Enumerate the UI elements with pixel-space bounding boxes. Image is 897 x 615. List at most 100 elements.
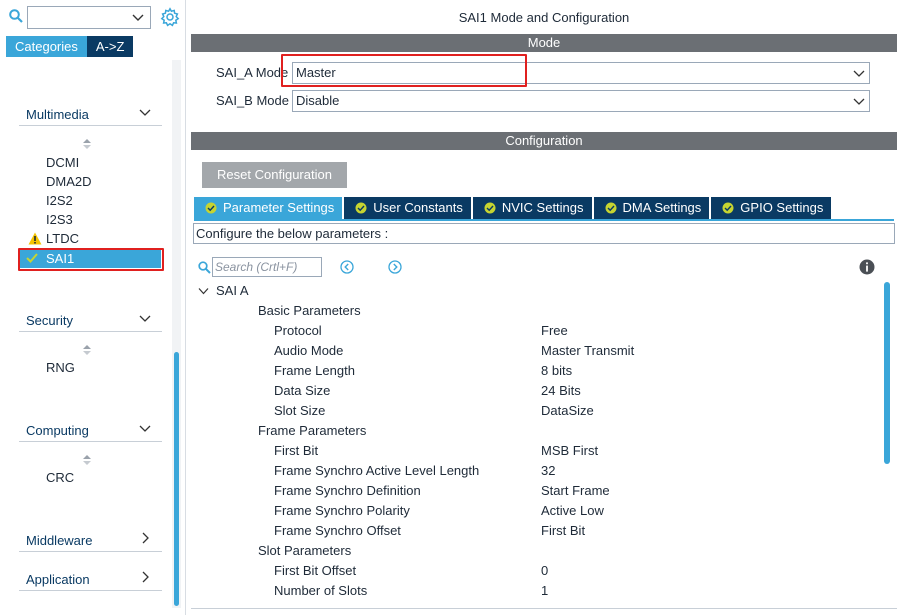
sidebar-search-row — [0, 0, 186, 34]
parameter-scrollbar[interactable] — [883, 282, 891, 608]
highlight-box — [281, 54, 527, 87]
sort-icon[interactable] — [82, 138, 92, 150]
tab-dma-settings[interactable]: DMA Settings — [593, 197, 710, 219]
scrollbar-thumb[interactable] — [174, 352, 179, 606]
param-value[interactable]: 0 — [541, 561, 548, 581]
highlight-box — [18, 248, 164, 271]
param-value[interactable]: 8 bits — [541, 361, 572, 381]
param-value[interactable]: Master Transmit — [541, 341, 634, 361]
param-name[interactable]: Audio Mode — [274, 341, 343, 361]
section-label: Computing — [26, 423, 89, 438]
chevron-right-icon[interactable] — [138, 570, 152, 584]
section-label: Middleware — [26, 533, 93, 548]
sai-b-mode-value: Disable — [296, 93, 340, 108]
group-basic-parameters[interactable]: Basic Parameters — [258, 301, 361, 321]
tab-label: GPIO Settings — [740, 200, 824, 215]
tab-a-to-z[interactable]: A->Z — [86, 36, 134, 57]
tab-label: Parameter Settings — [223, 200, 335, 215]
check-circle-icon — [605, 202, 617, 214]
sidebar-tree: Multimedia DCMI DMA2D I2S2 I2S3 LTDC SAI… — [0, 59, 186, 615]
check-circle-icon — [205, 202, 217, 214]
param-name[interactable]: Frame Synchro Offset — [274, 521, 401, 541]
param-value[interactable]: MSB First — [541, 441, 598, 461]
search-icon[interactable] — [9, 9, 23, 23]
section-multimedia[interactable]: Multimedia — [19, 102, 162, 126]
sidebar-scrollbar[interactable] — [172, 60, 181, 608]
tab-label: NVIC Settings — [501, 200, 584, 215]
param-name[interactable]: Frame Length — [274, 361, 355, 381]
chevron-right-icon[interactable] — [138, 531, 152, 545]
tab-underline — [194, 219, 894, 221]
right-panel: SAI1 Mode and Configuration Mode SAI_A M… — [191, 0, 897, 615]
collapse-icon[interactable] — [198, 286, 209, 296]
param-name[interactable]: Data Size — [274, 381, 330, 401]
warning-icon — [28, 232, 42, 245]
category-tabs: Categories A->Z — [6, 36, 134, 57]
search-icon — [198, 261, 211, 274]
scrollbar-thumb[interactable] — [884, 282, 890, 464]
gear-icon[interactable] — [160, 7, 180, 27]
section-security[interactable]: Security — [19, 308, 162, 332]
param-name[interactable]: First Bit Offset — [274, 561, 356, 581]
param-name[interactable]: Protocol — [274, 321, 322, 341]
sidebar-search-combobox[interactable] — [27, 6, 151, 29]
param-value[interactable]: First Bit — [541, 521, 585, 541]
divider — [191, 608, 897, 609]
sai-a-mode-label: SAI_A Mode — [216, 65, 289, 80]
param-value[interactable]: Free — [541, 321, 568, 341]
param-name[interactable]: Slot Size — [274, 401, 325, 421]
chevron-down-icon[interactable] — [138, 421, 152, 435]
param-name[interactable]: Frame Synchro Definition — [274, 481, 421, 501]
chevron-down-icon[interactable] — [131, 10, 145, 24]
chevron-down-icon[interactable] — [853, 95, 865, 107]
param-name[interactable]: Number of Slots — [274, 581, 367, 601]
param-name[interactable]: Frame Synchro Active Level Length — [274, 461, 479, 481]
tab-label: User Constants — [373, 200, 463, 215]
previous-match-icon[interactable] — [340, 260, 354, 274]
sort-icon[interactable] — [82, 344, 92, 356]
chevron-down-icon[interactable] — [138, 311, 152, 325]
tab-gpio-settings[interactable]: GPIO Settings — [711, 197, 832, 219]
info-icon[interactable] — [859, 259, 875, 275]
check-circle-icon — [355, 202, 367, 214]
section-middleware[interactable]: Middleware — [19, 528, 162, 552]
next-match-icon[interactable] — [388, 260, 402, 274]
section-label: Security — [26, 313, 73, 328]
param-value[interactable]: Start Frame — [541, 481, 610, 501]
group-frame-parameters[interactable]: Frame Parameters — [258, 421, 366, 441]
sidebar-item-crc[interactable]: CRC — [46, 470, 74, 485]
tab-user-constants[interactable]: User Constants — [344, 197, 471, 219]
sort-icon[interactable] — [82, 454, 92, 466]
param-value[interactable]: 1 — [541, 581, 548, 601]
sidebar-item-i2s2[interactable]: I2S2 — [46, 193, 73, 208]
sidebar-item-i2s3[interactable]: I2S3 — [46, 212, 73, 227]
section-computing[interactable]: Computing — [19, 418, 162, 442]
tab-categories[interactable]: Categories — [6, 36, 87, 57]
section-application[interactable]: Application — [19, 567, 162, 591]
tree-root-sai-a[interactable]: SAI A — [216, 281, 249, 301]
parameter-search-input[interactable] — [212, 257, 322, 277]
page-title: SAI1 Mode and Configuration — [458, 10, 630, 25]
sidebar-item-dcmi[interactable]: DCMI — [46, 155, 79, 170]
sai-b-mode-label: SAI_B Mode — [216, 93, 289, 108]
chevron-down-icon[interactable] — [138, 105, 152, 119]
configuration-bar: Configuration — [191, 132, 897, 150]
tab-parameter-settings[interactable]: Parameter Settings — [194, 197, 343, 219]
chevron-down-icon[interactable] — [853, 67, 865, 79]
param-name[interactable]: Frame Synchro Polarity — [274, 501, 410, 521]
tab-nvic-settings[interactable]: NVIC Settings — [472, 197, 592, 219]
param-name[interactable]: First Bit — [274, 441, 318, 461]
param-value[interactable]: Active Low — [541, 501, 604, 521]
sai-b-mode-select[interactable]: Disable — [292, 90, 870, 112]
reset-configuration-button[interactable]: Reset Configuration — [202, 162, 347, 188]
group-slot-parameters[interactable]: Slot Parameters — [258, 541, 351, 561]
sidebar-item-dma2d[interactable]: DMA2D — [46, 174, 92, 189]
description-field: Configure the below parameters : — [193, 223, 895, 244]
param-value[interactable]: 32 — [541, 461, 555, 481]
configuration-tabs: Parameter Settings User Constants NVIC S… — [194, 197, 833, 219]
sidebar-item-rng[interactable]: RNG — [46, 360, 75, 375]
sidebar-item-ltdc[interactable]: LTDC — [46, 231, 79, 246]
param-value[interactable]: 24 Bits — [541, 381, 581, 401]
left-panel: Categories A->Z Multimedia DCMI DMA2D I2… — [0, 0, 186, 615]
param-value[interactable]: DataSize — [541, 401, 594, 421]
